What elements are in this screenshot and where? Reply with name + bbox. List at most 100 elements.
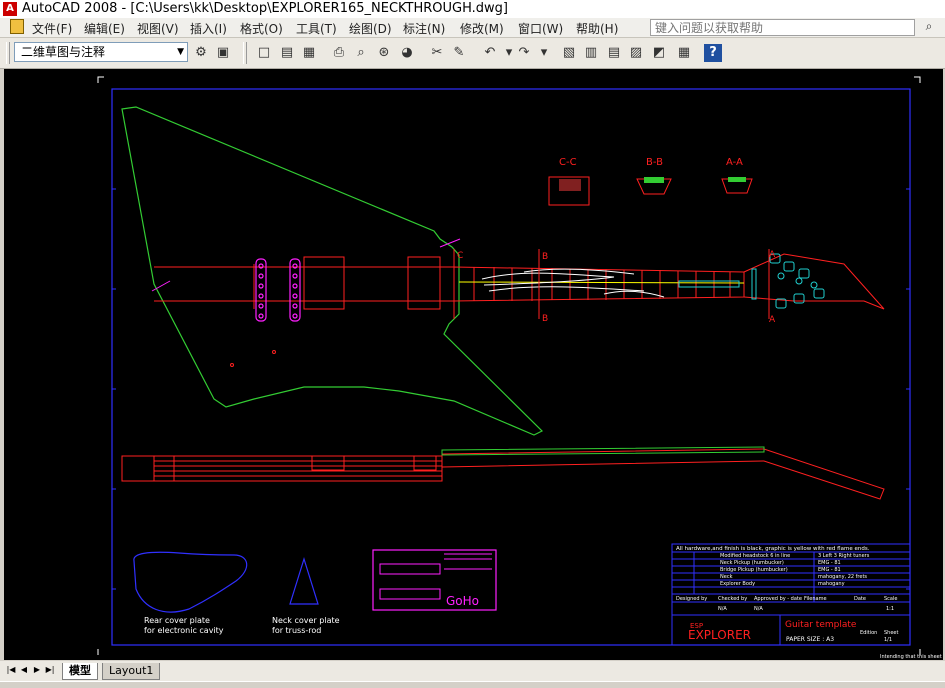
document-icon[interactable] [10,19,24,34]
control-knobs [230,350,276,367]
title-bar: A AutoCAD 2008 - [C:\Users\kk\Desktop\EX… [0,0,945,18]
rear-cover-label-1: Rear cover plate [144,616,210,625]
open-folder-icon[interactable]: ▤ [278,44,296,62]
binoculars-icon[interactable]: ⌕ [918,19,940,36]
bom-row-5-part: mahogany [818,581,845,587]
menu-draw[interactable]: 绘图(D) [349,20,392,37]
markup-icon[interactable]: ◩ [650,44,668,62]
bom-row-3-desc: Bridge Pickup (humbucker) [720,567,788,573]
help-search-input[interactable] [650,19,915,36]
tool-palettes-icon[interactable]: ▤ [605,44,623,62]
menu-view[interactable]: 视图(V) [137,20,179,37]
drawing-frame [111,88,911,646]
tb-approved-by: Approved by - date [754,596,802,602]
match-properties-icon[interactable]: ✎ [450,44,468,62]
tb-brand: EXPLORER [688,628,751,642]
publish-icon[interactable]: ⊛ [375,44,393,62]
next-tab-button[interactable]: ▶ [32,664,42,676]
tb-filename: Filename [804,596,827,602]
menu-dimension[interactable]: 标注(N) [403,20,445,37]
tb-sheet: Sheet [884,630,898,636]
drawing-canvas[interactable]: C B B A A C-C B-B A-A Rear cover plate f… [4,69,943,660]
bom-row-5-desc: Explorer Body [720,581,755,587]
last-tab-button[interactable]: ▶| [45,664,55,676]
tb-sheet-value: 1/1 [884,637,892,643]
print-icon[interactable]: ⎙ [330,44,348,62]
guitar-body-outline [121,106,544,436]
properties-icon[interactable]: ▧ [560,44,578,62]
redo-icon[interactable]: ↷ [515,44,533,62]
undo-icon[interactable]: ↶ [481,44,499,62]
bom-row-1-desc: Modified headstock 6 in line [720,553,790,559]
tb-scale: Scale [884,596,897,602]
3d-dwf-icon[interactable]: ◕ [398,44,416,62]
menu-window[interactable]: 窗口(W) [518,20,563,37]
menu-modify[interactable]: 修改(M) [460,20,504,37]
tb-designed-by: Designed by [676,596,707,602]
menu-help[interactable]: 帮助(H) [576,20,618,37]
rear-cover-plate [133,551,248,613]
help-icon[interactable]: ? [704,44,722,62]
cut-label-b-top: B [542,252,548,262]
workspace-select-value: 二维草图与注释 [21,45,106,59]
section-label-a: A-A [726,157,743,168]
redo-dropdown-icon[interactable]: ▾ [535,44,553,62]
tb-date: Date [854,596,866,602]
toolbar-grip[interactable] [6,42,10,64]
neck-through-lines [154,256,454,310]
section-label-c: C-C [559,157,577,168]
menu-format[interactable]: 格式(O) [240,20,283,37]
strap-pin-marks [151,238,461,292]
bom-row-4-part: mahogany, 22 frets [818,574,867,580]
sheet-set-icon[interactable]: ▨ [627,44,645,62]
section-views [548,176,753,206]
tb-checked-by: Checked by [718,596,747,602]
paper-corner-marks [97,76,921,655]
logo-text: GoHo [446,594,479,608]
bom-row-1-part: 3 Left 3 Right tuners [818,553,870,559]
tb-approved-na: N/A [754,606,763,612]
rear-cover-label-2: for electronic cavity [144,626,224,635]
center-line [458,281,745,284]
side-view [121,448,885,500]
prev-tab-button[interactable]: ◀ [19,664,29,676]
first-tab-button[interactable]: |◀ [6,664,16,676]
bom-row-4-desc: Neck [720,574,733,580]
workspace-save-icon[interactable]: ▣ [214,44,232,62]
bom-row-2-part: EMG - 81 [818,560,841,566]
neck-cover-label-1: Neck cover plate [272,616,340,625]
design-center-icon[interactable]: ▥ [582,44,600,62]
new-file-icon[interactable]: □ [255,44,273,62]
neck-top-view [453,253,885,310]
tb-edition: Edition [860,630,877,636]
tb-scale-value: 1:1 [886,606,894,612]
window-title: AutoCAD 2008 - [C:\Users\kk\Desktop\EXPL… [22,1,509,16]
layout-tab-bar: |◀ ◀ ▶ ▶| 模型 Layout1 [0,661,945,681]
menu-edit[interactable]: 编辑(E) [84,20,125,37]
menu-file[interactable]: 文件(F) [32,20,72,37]
drawing-svg: C B B A A C-C B-B A-A Rear cover plate f… [97,76,942,660]
tb-checked-na: N/A [718,606,727,612]
section-label-b: B-B [646,157,663,168]
print-preview-icon[interactable]: ⌕ [352,44,370,62]
bom-row-2-desc: Neck Pickup (humbucker) [720,560,784,566]
calculator-icon[interactable]: ▦ [675,44,693,62]
cut-label-b-bottom: B [542,314,548,324]
chevron-down-icon: ▼ [177,47,184,57]
workspace-settings-icon[interactable]: ⚙ [192,44,210,62]
cut-icon[interactable]: ✂ [428,44,446,62]
menu-insert[interactable]: 插入(I) [190,20,227,37]
cut-label-c: C [457,251,463,261]
tuners [751,253,825,309]
footer-note: Intending that this sheet [880,654,942,660]
tab-model[interactable]: 模型 [62,663,98,680]
tb-template-title: Guitar template [785,620,857,630]
neck-cover-label-2: for truss-rod [272,626,321,635]
tab-layout1[interactable]: Layout1 [102,663,161,680]
workspace-select[interactable]: 二维草图与注释 ▼ [14,42,188,62]
cut-label-a-top: A [769,250,776,260]
toolbar-grip[interactable] [243,42,247,64]
save-icon[interactable]: ▦ [300,44,318,62]
menu-tools[interactable]: 工具(T) [296,20,337,37]
cut-label-a-bottom: A [769,315,776,325]
